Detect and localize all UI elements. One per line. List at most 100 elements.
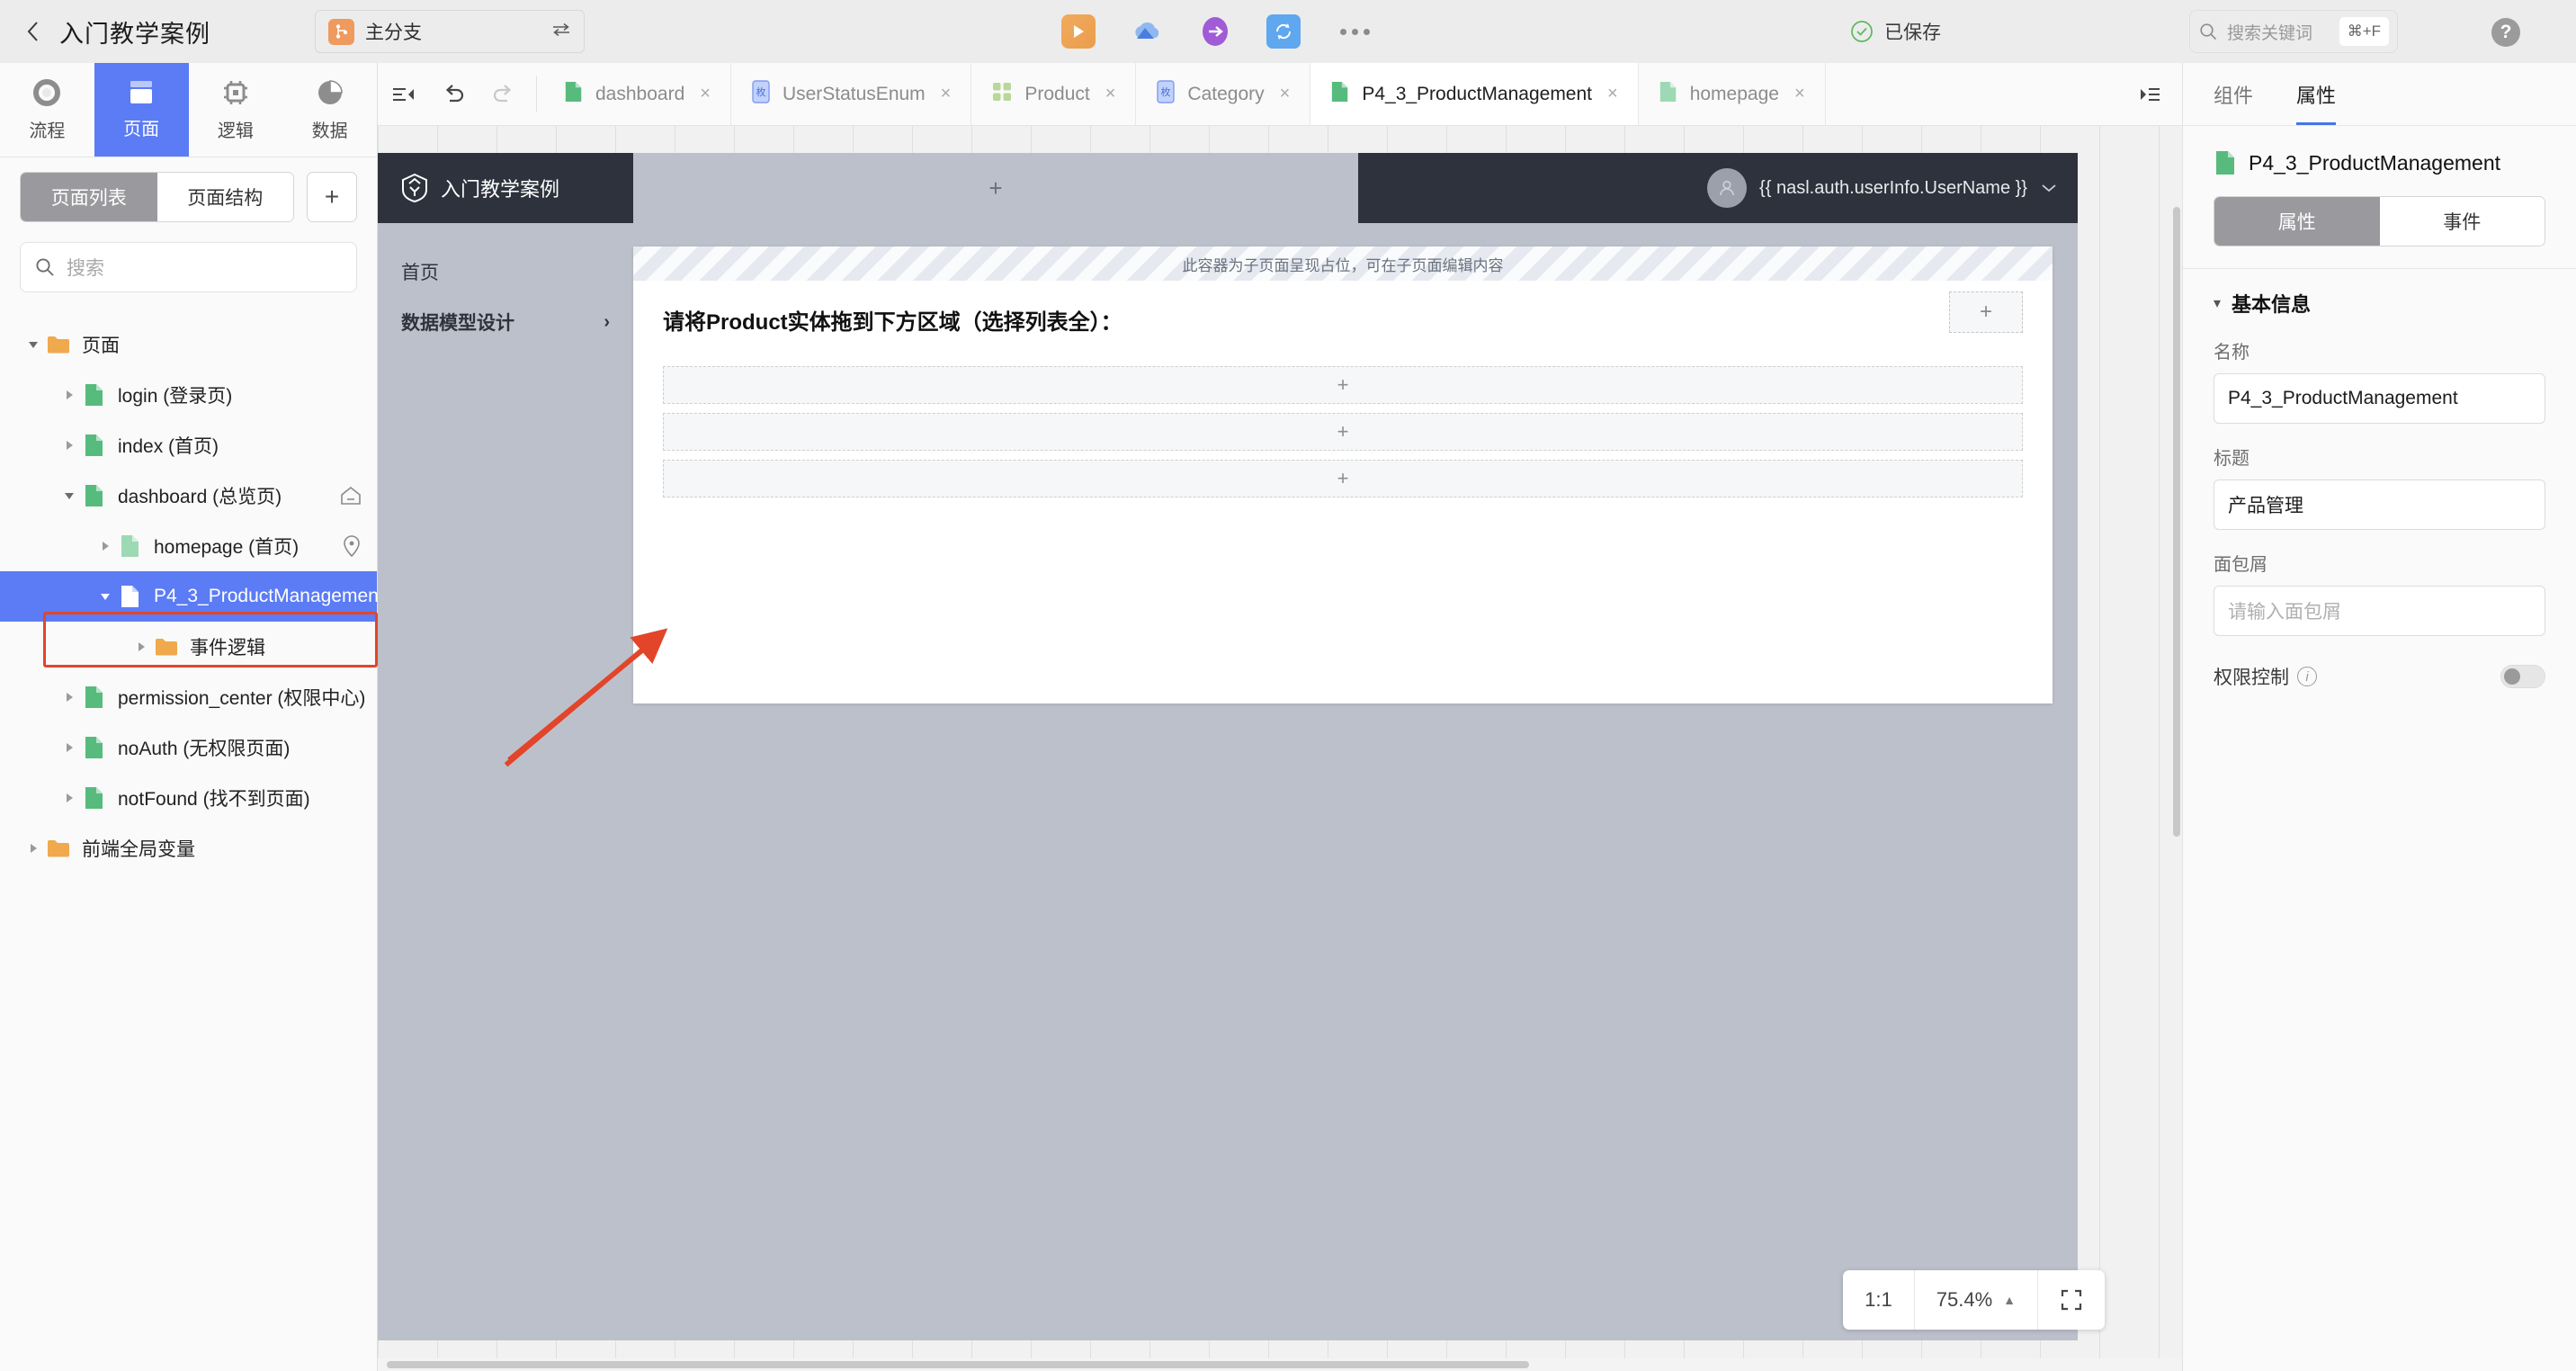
tab-properties[interactable]: 属性	[2296, 63, 2337, 125]
twisty-down-icon[interactable]	[22, 333, 45, 356]
preview-header-add[interactable]: +	[633, 153, 1358, 223]
permission-toggle[interactable]	[2500, 665, 2545, 688]
redo-icon[interactable]	[479, 63, 529, 125]
page-card[interactable]: 此容器为子页面呈现占位，可在子页面编辑内容 请将Product实体拖到下方区域（…	[633, 246, 2053, 703]
location-pin-icon[interactable]	[341, 534, 362, 558]
branch-icon	[328, 18, 354, 45]
fit-screen-button[interactable]	[2038, 1270, 2105, 1330]
drop-slot[interactable]: +	[663, 366, 2023, 404]
tree-item-p4_3_productmanagement[interactable]: P4_3_ProductManagement	[0, 571, 384, 622]
segment-page-structure[interactable]: 页面结构	[157, 173, 293, 221]
search-shortcut: ⌘+F	[2339, 17, 2389, 46]
add-page-button[interactable]: +	[307, 172, 357, 222]
search-input[interactable]: 搜索关键词	[2227, 20, 2330, 44]
close-icon[interactable]: ×	[1105, 84, 1116, 104]
twisty-right-icon[interactable]	[22, 837, 45, 860]
page-file-icon	[81, 684, 108, 711]
tree-item-node[interactable]: 前端全局变量	[0, 823, 377, 874]
design-canvas[interactable]: 入门教学案例 + {{ nasl.auth.userInfo.UserName …	[378, 126, 2182, 1371]
info-icon[interactable]: i	[2297, 667, 2317, 686]
drop-slot[interactable]: +	[663, 413, 2023, 451]
editor-tab-dashboard[interactable]: dashboard ×	[544, 63, 731, 125]
close-icon[interactable]: ×	[1280, 84, 1291, 104]
twisty-right-icon[interactable]	[58, 786, 81, 810]
editor-tab-category[interactable]: 枚 Category ×	[1136, 63, 1311, 125]
name-input[interactable]: P4_3_ProductManagement	[2214, 373, 2545, 424]
zoom-level-selector[interactable]: 75.4% ▲	[1915, 1270, 2038, 1330]
preview-nav-item-datamodel[interactable]: 数据模型设计 ›	[378, 297, 633, 347]
back-icon[interactable]	[20, 18, 47, 45]
project-title: 入门教学案例	[59, 20, 210, 48]
editor-tab-p4_3_productmanagement[interactable]: P4_3_ProductManagement ×	[1310, 63, 1639, 125]
left-panel: 流程 页面 逻辑 数据 页面列表 页面结构 + 搜索 页面 login (登录页…	[0, 63, 384, 1371]
tree-item-noauth[interactable]: noAuth (无权限页面)	[0, 722, 377, 773]
home-icon[interactable]	[339, 485, 362, 506]
canvas-horizontal-scrollbar[interactable]	[378, 1358, 2182, 1371]
collapse-left-icon[interactable]	[378, 63, 428, 125]
tree-item-index[interactable]: index (首页)	[0, 420, 377, 470]
twisty-right-icon[interactable]	[58, 736, 81, 759]
editor-tab-label: P4_3_ProductManagement	[1362, 83, 1592, 104]
question-mark-icon[interactable]: ?	[2491, 18, 2520, 47]
mode-tab-data[interactable]: 数据	[282, 63, 377, 157]
close-icon[interactable]: ×	[1607, 84, 1618, 104]
twisty-right-icon[interactable]	[58, 686, 81, 709]
twisty-down-icon[interactable]	[58, 484, 81, 507]
user-avatar-icon	[1707, 168, 1748, 208]
run-button[interactable]	[1061, 14, 1096, 49]
segment-events[interactable]: 事件	[2379, 197, 2545, 246]
toolbar-divider	[536, 76, 537, 112]
page-search-input[interactable]: 搜索	[20, 242, 357, 292]
tree-item-label: 前端全局变量	[82, 839, 195, 860]
close-icon[interactable]: ×	[941, 84, 952, 104]
tree-item-notfound[interactable]: notFound (找不到页面)	[0, 773, 377, 823]
deploy-button[interactable]	[1198, 14, 1232, 49]
page-file-icon	[81, 482, 108, 509]
chevron-down-icon[interactable]	[2040, 179, 2058, 198]
twisty-right-icon[interactable]	[58, 434, 81, 457]
scrollbar-thumb[interactable]	[387, 1361, 1529, 1368]
editor-tab-userstatusenum[interactable]: 枚 UserStatusEnum ×	[731, 63, 972, 125]
tree-item-permission_center[interactable]: permission_center (权限中心)	[0, 672, 377, 722]
tab-components[interactable]: 组件	[2214, 63, 2253, 125]
drop-slot[interactable]: +	[663, 460, 2023, 497]
segment-page-list[interactable]: 页面列表	[21, 173, 157, 221]
tab-overflow[interactable]	[2137, 63, 2182, 125]
breadcrumb-input[interactable]: 请输入面包屑	[2214, 586, 2545, 636]
card-add-slot[interactable]: +	[1949, 291, 2023, 333]
close-icon[interactable]: ×	[1794, 84, 1805, 104]
section-basic-info[interactable]: ▾ 基本信息	[2183, 269, 2576, 318]
preview-nav-item-home[interactable]: 首页	[378, 246, 633, 297]
swap-icon[interactable]	[551, 22, 571, 42]
tree-item-login[interactable]: login (登录页)	[0, 370, 377, 420]
mode-tab-logic[interactable]: 逻辑	[189, 63, 283, 157]
twisty-right-icon[interactable]	[94, 534, 117, 558]
twisty-down-icon[interactable]	[94, 585, 117, 608]
twisty-right-icon[interactable]	[58, 383, 81, 407]
publish-cloud-button[interactable]	[1130, 14, 1164, 49]
sync-button[interactable]	[1266, 14, 1301, 49]
close-icon[interactable]: ×	[700, 84, 711, 104]
mode-tab-flow[interactable]: 流程	[0, 63, 94, 157]
tree-item-homepage[interactable]: homepage (首页)	[0, 521, 377, 571]
tree-item-node[interactable]: 事件逻辑	[0, 622, 377, 672]
search-icon	[2200, 23, 2217, 40]
preview-user-area[interactable]: {{ nasl.auth.userInfo.UserName }}	[1358, 153, 2078, 223]
branch-selector[interactable]: 主分支	[315, 10, 585, 53]
mode-tab-page[interactable]: 页面	[94, 63, 189, 157]
editor-tab-product[interactable]: Product ×	[971, 63, 1137, 125]
top-header: 入门教学案例 主分支 已保存 搜索关键词 ⌘+F ?	[0, 0, 2576, 63]
segment-properties[interactable]: 属性	[2214, 197, 2380, 246]
tree-item-node[interactable]: 页面	[0, 319, 377, 370]
tree-item-dashboard[interactable]: dashboard (总览页)	[0, 470, 377, 521]
undo-icon[interactable]	[428, 63, 479, 125]
zoom-reset-button[interactable]: 1:1	[1843, 1270, 1915, 1330]
more-button[interactable]	[1335, 18, 1374, 45]
editor-tab-homepage[interactable]: homepage ×	[1639, 63, 1826, 125]
field-breadcrumb: 面包屑 请输入面包屑	[2183, 550, 2576, 636]
title-input[interactable]: 产品管理	[2214, 479, 2545, 530]
page-file-light-icon	[117, 533, 144, 560]
canvas-vertical-scrollbar[interactable]	[2173, 207, 2180, 837]
global-search[interactable]: 搜索关键词 ⌘+F	[2189, 10, 2398, 53]
twisty-right-icon[interactable]	[130, 635, 153, 659]
